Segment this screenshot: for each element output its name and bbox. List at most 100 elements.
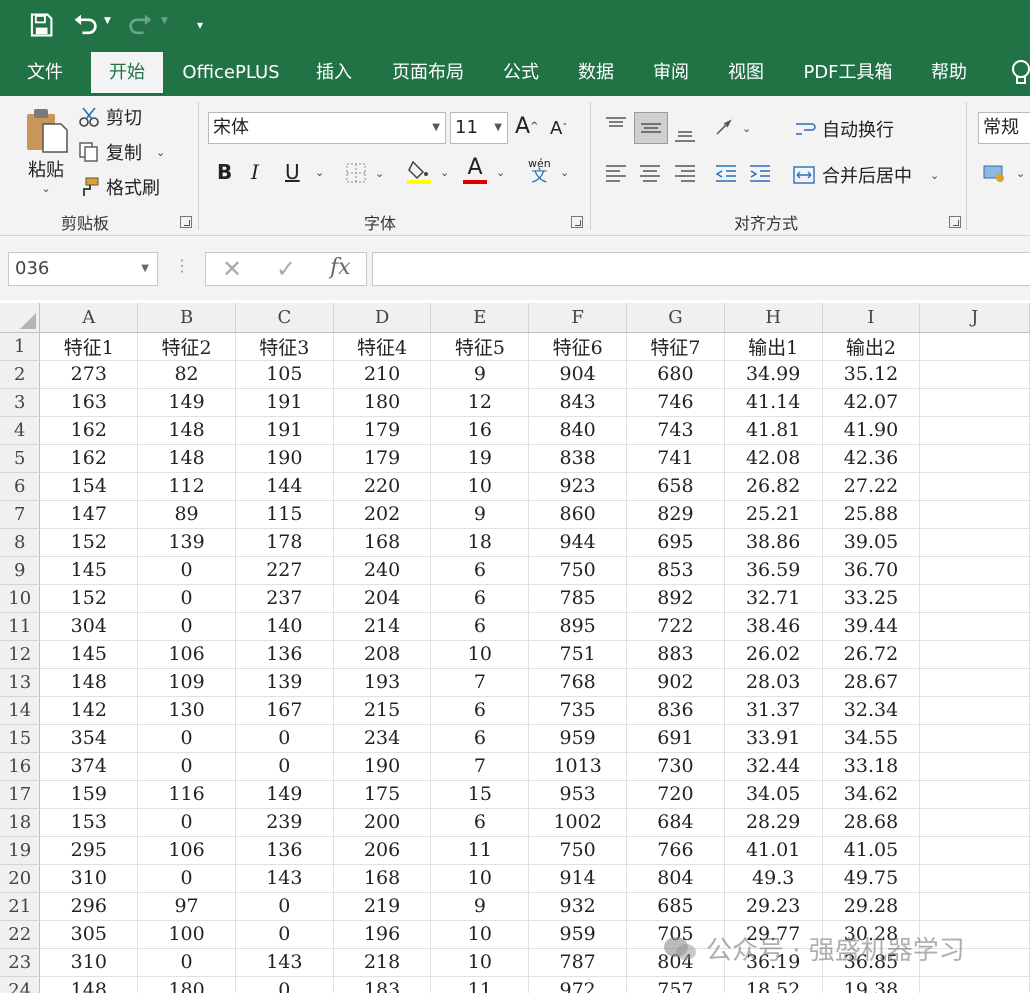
cell-g16[interactable]: 730 [626, 752, 725, 781]
cell-d11[interactable]: 214 [333, 612, 432, 641]
underline-dropdown-icon[interactable]: ⌄ [315, 166, 324, 179]
column-header-i[interactable]: I [822, 303, 921, 333]
cell-a19[interactable]: 295 [39, 836, 139, 865]
cell-f22[interactable]: 959 [528, 920, 628, 949]
cell-e19[interactable]: 11 [430, 836, 530, 865]
cell-i10[interactable]: 33.25 [822, 584, 921, 613]
cell-g10[interactable]: 892 [626, 584, 725, 613]
cell-d14[interactable]: 215 [333, 696, 432, 725]
cell-b21[interactable]: 97 [137, 892, 236, 921]
cell-d7[interactable]: 202 [333, 500, 432, 529]
font-launcher-icon[interactable] [571, 216, 583, 228]
cell-i16[interactable]: 33.18 [822, 752, 921, 781]
cell-h13[interactable]: 28.03 [724, 668, 823, 697]
fill-color-dropdown-icon[interactable]: ⌄ [440, 166, 449, 179]
alignment-launcher-icon[interactable] [949, 216, 961, 228]
cell-c9[interactable]: 227 [235, 556, 334, 585]
cell-g1[interactable]: 特征7 [626, 332, 725, 361]
worksheet-grid[interactable]: ABCDEFGHIJ 1 特征1 特征2 特征3 特征4 特征5 特征6 特征7 输出1 输出2 2… [0, 303, 1030, 993]
cell-g21[interactable]: 685 [626, 892, 725, 921]
font-size-dropdown-icon[interactable]: ▼ [494, 113, 502, 143]
cell-f9[interactable]: 750 [528, 556, 628, 585]
cell-j13[interactable] [919, 668, 1030, 697]
cell-b1[interactable]: 特征2 [137, 332, 236, 361]
cell-j16[interactable] [919, 752, 1030, 781]
cell-j10[interactable] [919, 584, 1030, 613]
name-box-dropdown-icon[interactable]: ▼ [141, 253, 149, 285]
cell-b18[interactable]: 0 [137, 808, 236, 837]
cell-a11[interactable]: 304 [39, 612, 139, 641]
row-header[interactable]: 16 [0, 752, 41, 781]
undo-icon[interactable] [72, 10, 98, 40]
cell-e9[interactable]: 6 [430, 556, 530, 585]
cell-a9[interactable]: 145 [39, 556, 139, 585]
customize-icon[interactable]: ▾ [190, 10, 210, 40]
cell-h6[interactable]: 26.82 [724, 472, 823, 501]
cell-a17[interactable]: 159 [39, 780, 139, 809]
cell-a12[interactable]: 145 [39, 640, 139, 669]
cell-e11[interactable]: 6 [430, 612, 530, 641]
cell-e2[interactable]: 9 [430, 360, 530, 389]
cell-d4[interactable]: 179 [333, 416, 432, 445]
cell-d18[interactable]: 200 [333, 808, 432, 837]
cell-d12[interactable]: 208 [333, 640, 432, 669]
font-name-dropdown-icon[interactable]: ▼ [432, 113, 440, 143]
align-right-icon[interactable] [673, 162, 697, 186]
merge-center-button[interactable]: 合并后居中 ⌄ [792, 162, 939, 188]
cell-e18[interactable]: 6 [430, 808, 530, 837]
cell-e1[interactable]: 特征5 [430, 332, 530, 361]
cell-e22[interactable]: 10 [430, 920, 530, 949]
cell-h8[interactable]: 38.86 [724, 528, 823, 557]
cell-c2[interactable]: 105 [235, 360, 334, 389]
cell-a10[interactable]: 152 [39, 584, 139, 613]
cell-j14[interactable] [919, 696, 1030, 725]
column-header-b[interactable]: B [137, 303, 236, 333]
cell-h11[interactable]: 38.46 [724, 612, 823, 641]
cell-a1[interactable]: 特征1 [39, 332, 139, 361]
cell-b22[interactable]: 100 [137, 920, 236, 949]
cell-j4[interactable] [919, 416, 1030, 445]
row-header[interactable]: 2 [0, 360, 41, 389]
cell-g18[interactable]: 684 [626, 808, 725, 837]
cell-h20[interactable]: 49.3 [724, 864, 823, 893]
row-header[interactable]: 24 [0, 976, 41, 993]
tab-formulas[interactable]: 公式 [491, 52, 551, 96]
cell-b20[interactable]: 0 [137, 864, 236, 893]
cell-g3[interactable]: 746 [626, 388, 725, 417]
row-header[interactable]: 5 [0, 444, 41, 473]
cell-f13[interactable]: 768 [528, 668, 628, 697]
cell-a16[interactable]: 374 [39, 752, 139, 781]
column-header-a[interactable]: A [39, 303, 139, 333]
tab-data[interactable]: 数据 [566, 52, 626, 96]
cell-f20[interactable]: 914 [528, 864, 628, 893]
cell-f6[interactable]: 923 [528, 472, 628, 501]
cell-h2[interactable]: 34.99 [724, 360, 823, 389]
cancel-icon[interactable]: ✕ [222, 255, 242, 283]
formula-bar-grip-icon[interactable]: ⋮ [174, 256, 190, 275]
cell-e12[interactable]: 10 [430, 640, 530, 669]
row-header[interactable]: 4 [0, 416, 41, 445]
cell-i13[interactable]: 28.67 [822, 668, 921, 697]
orientation-button[interactable]: ⌄ [714, 118, 751, 138]
formula-input[interactable] [372, 252, 1030, 286]
cell-c8[interactable]: 178 [235, 528, 334, 557]
cell-f17[interactable]: 953 [528, 780, 628, 809]
cell-e10[interactable]: 6 [430, 584, 530, 613]
cell-a4[interactable]: 162 [39, 416, 139, 445]
align-left-icon[interactable] [604, 162, 628, 186]
wrap-text-button[interactable]: 自动换行 [794, 116, 894, 142]
cell-a7[interactable]: 147 [39, 500, 139, 529]
cell-a20[interactable]: 310 [39, 864, 139, 893]
cell-i2[interactable]: 35.12 [822, 360, 921, 389]
row-header[interactable]: 18 [0, 808, 41, 837]
cell-f11[interactable]: 895 [528, 612, 628, 641]
clipboard-launcher-icon[interactable] [180, 216, 192, 228]
cell-f15[interactable]: 959 [528, 724, 628, 753]
column-header-f[interactable]: F [528, 303, 628, 333]
font-size-combo[interactable]: 11 ▼ [450, 112, 508, 144]
cell-d13[interactable]: 193 [333, 668, 432, 697]
cell-a14[interactable]: 142 [39, 696, 139, 725]
cell-c4[interactable]: 191 [235, 416, 334, 445]
tab-pdf-tools[interactable]: PDF工具箱 [790, 52, 906, 96]
cell-d3[interactable]: 180 [333, 388, 432, 417]
